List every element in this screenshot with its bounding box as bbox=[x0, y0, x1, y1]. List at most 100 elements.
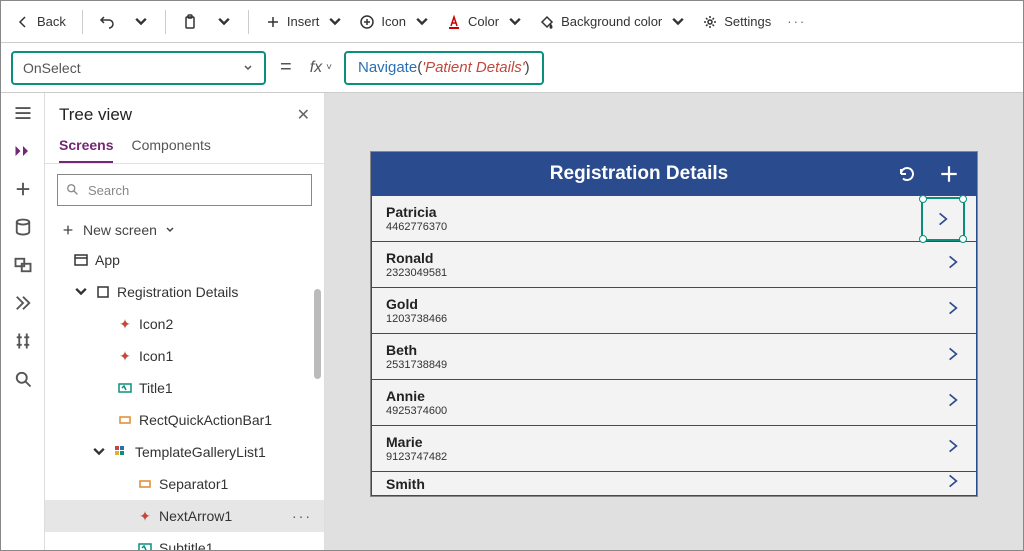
chevron-down-icon bbox=[242, 62, 254, 74]
tab-components[interactable]: Components bbox=[131, 137, 210, 163]
plus-icon bbox=[61, 223, 75, 237]
tree-node-screen[interactable]: Registration Details bbox=[45, 276, 324, 308]
settings-label: Settings bbox=[724, 14, 771, 29]
formula-input[interactable]: Navigate('Patient Details') bbox=[344, 51, 544, 85]
bgcolor-label: Background color bbox=[561, 14, 662, 29]
equals-symbol: = bbox=[274, 56, 298, 79]
paste-split-button[interactable] bbox=[208, 10, 238, 34]
add-button[interactable] bbox=[935, 160, 963, 188]
paste-button[interactable] bbox=[176, 10, 204, 34]
rail-treeview[interactable] bbox=[13, 141, 33, 161]
undo-split-button[interactable] bbox=[125, 10, 155, 34]
rail-tools[interactable] bbox=[13, 331, 33, 351]
rail-search[interactable] bbox=[13, 369, 33, 389]
text-color-icon bbox=[446, 14, 462, 30]
refresh-button[interactable] bbox=[893, 160, 921, 188]
tree-node-subtitle1[interactable]: Subtitle1 bbox=[45, 532, 324, 550]
chevron-right-icon[interactable] bbox=[944, 299, 962, 322]
chevron-down-icon bbox=[73, 284, 89, 300]
label-icon bbox=[117, 380, 133, 396]
new-screen-label: New screen bbox=[83, 222, 157, 238]
chevron-down-icon bbox=[91, 444, 107, 460]
chevron-down-icon: ˅ bbox=[326, 62, 332, 73]
rail-insert[interactable] bbox=[13, 179, 33, 199]
list-item[interactable]: Beth2531738849 bbox=[371, 334, 977, 380]
list-item[interactable]: Patricia4462776370 bbox=[371, 196, 977, 242]
back-button[interactable]: Back bbox=[9, 10, 72, 34]
tree-node-gallery[interactable]: TemplateGalleryList1 bbox=[45, 436, 324, 468]
formula-func: Navigate bbox=[358, 59, 417, 76]
icon-label: Icon bbox=[381, 14, 406, 29]
property-selector[interactable]: OnSelect bbox=[11, 51, 266, 85]
rail-hamburger[interactable] bbox=[13, 103, 33, 123]
chevron-down-icon bbox=[414, 14, 430, 30]
design-canvas[interactable]: Registration Details Patricia4462776370 … bbox=[325, 93, 1023, 550]
list-item[interactable]: Ronald2323049581 bbox=[371, 242, 977, 288]
control-icon: ✦ bbox=[117, 316, 133, 332]
insert-button[interactable]: Insert bbox=[259, 10, 350, 34]
tree-node-icon1[interactable]: ✦ Icon1 bbox=[45, 340, 324, 372]
scrollbar-thumb[interactable] bbox=[314, 289, 321, 379]
tree-node-title1[interactable]: Title1 bbox=[45, 372, 324, 404]
rail-data[interactable] bbox=[13, 217, 33, 237]
preview-header: Registration Details bbox=[371, 152, 977, 196]
chevron-right-icon[interactable] bbox=[944, 345, 962, 368]
overflow-button[interactable]: ··· bbox=[781, 10, 812, 33]
rect-icon bbox=[137, 476, 153, 492]
chevron-right-icon[interactable] bbox=[944, 391, 962, 414]
list-item[interactable]: Smith bbox=[371, 472, 977, 496]
gear-icon bbox=[702, 14, 718, 30]
control-icon: ✦ bbox=[117, 348, 133, 364]
smiley-plus-icon bbox=[359, 14, 375, 30]
node-overflow-button[interactable]: ··· bbox=[292, 508, 312, 524]
tree-node-app[interactable]: App bbox=[45, 244, 324, 276]
search-icon bbox=[66, 183, 80, 197]
chevron-right-icon[interactable] bbox=[944, 472, 962, 495]
chevron-down-icon bbox=[133, 14, 149, 30]
label-icon bbox=[137, 540, 153, 550]
settings-button[interactable]: Settings bbox=[696, 10, 777, 34]
new-screen-button[interactable]: New screen bbox=[45, 216, 324, 244]
rail-media[interactable] bbox=[13, 255, 33, 275]
tree-title: Tree view bbox=[59, 105, 132, 125]
close-panel-button[interactable]: ✕ bbox=[297, 105, 310, 125]
app-icon bbox=[73, 252, 89, 268]
control-icon: ✦ bbox=[137, 508, 153, 524]
tree-node-icon2[interactable]: ✦ Icon2 bbox=[45, 308, 324, 340]
rect-icon bbox=[117, 412, 133, 428]
plus-icon bbox=[265, 14, 281, 30]
list-item[interactable]: Gold1203738466 bbox=[371, 288, 977, 334]
gallery-icon bbox=[113, 444, 129, 460]
tree-node-nextarrow1[interactable]: ✦ NextArrow1 ··· bbox=[45, 500, 324, 532]
separator bbox=[248, 10, 249, 34]
color-label: Color bbox=[468, 14, 499, 29]
color-button[interactable]: Color bbox=[440, 10, 529, 34]
screen-icon bbox=[95, 284, 111, 300]
arrow-left-icon bbox=[15, 14, 31, 30]
separator bbox=[82, 10, 83, 34]
rail-flows[interactable] bbox=[13, 293, 33, 313]
fx-button[interactable]: fx ˅ bbox=[306, 59, 336, 77]
tree-search-input[interactable]: Search bbox=[57, 174, 312, 206]
undo-button[interactable] bbox=[93, 10, 121, 34]
chevron-down-icon bbox=[165, 225, 175, 235]
formula-bar: OnSelect = fx ˅ Navigate('Patient Detail… bbox=[1, 43, 1023, 93]
chevron-down-icon bbox=[670, 14, 686, 30]
list-item[interactable]: Annie4925374600 bbox=[371, 380, 977, 426]
tree-view-panel: Tree view ✕ Screens Components Search Ne… bbox=[45, 93, 325, 550]
back-label: Back bbox=[37, 14, 66, 29]
chevron-down-icon bbox=[507, 14, 523, 30]
chevron-right-icon[interactable] bbox=[944, 253, 962, 276]
insert-label: Insert bbox=[287, 14, 320, 29]
chevron-down-icon bbox=[216, 14, 232, 30]
clipboard-icon bbox=[182, 14, 198, 30]
undo-icon bbox=[99, 14, 115, 30]
chevron-right-icon[interactable] bbox=[944, 437, 962, 460]
tree-node-rect[interactable]: RectQuickActionBar1 bbox=[45, 404, 324, 436]
icon-button[interactable]: Icon bbox=[353, 10, 436, 34]
separator bbox=[165, 10, 166, 34]
tab-screens[interactable]: Screens bbox=[59, 137, 113, 163]
list-item[interactable]: Marie9123747482 bbox=[371, 426, 977, 472]
tree-node-separator1[interactable]: Separator1 bbox=[45, 468, 324, 500]
bgcolor-button[interactable]: Background color bbox=[533, 10, 692, 34]
